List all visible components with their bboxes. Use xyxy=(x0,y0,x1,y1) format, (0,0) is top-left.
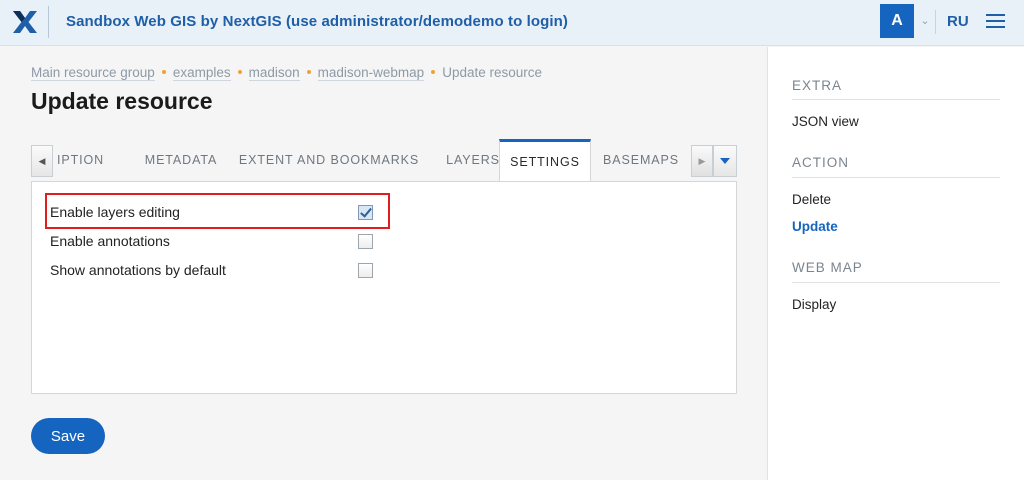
tab-scroll-right-button[interactable]: ▶ xyxy=(691,145,713,177)
sidebar-heading-extra: EXTRA xyxy=(792,78,843,93)
tab-list-dropdown-button[interactable] xyxy=(713,145,737,177)
header-divider xyxy=(935,10,936,34)
chevron-down-icon[interactable]: ⌄ xyxy=(918,13,932,27)
breadcrumb-item[interactable]: examples xyxy=(172,65,231,81)
breadcrumb-current: Update resource xyxy=(442,65,543,80)
tab-settings[interactable]: SETTINGS xyxy=(499,139,591,181)
top-header: Sandbox Web GIS by NextGIS (use administ… xyxy=(0,0,1024,46)
breadcrumb-separator xyxy=(161,69,166,74)
tab-strip: IPTION METADATA EXTENT AND BOOKMARKS LAY… xyxy=(53,139,691,181)
highlight-box xyxy=(45,193,390,229)
language-switch[interactable]: RU xyxy=(947,13,969,30)
breadcrumb-item[interactable]: madison-webmap xyxy=(317,65,425,81)
user-avatar-button[interactable]: A xyxy=(880,4,914,38)
sidebar-heading-web-map: WEB MAP xyxy=(792,260,863,275)
triangle-right-icon: ▶ xyxy=(698,155,706,166)
tab-scroll-left-button[interactable]: ◀ xyxy=(31,145,53,177)
breadcrumb-separator xyxy=(306,69,311,74)
save-button[interactable]: Save xyxy=(31,418,105,454)
triangle-left-icon: ◀ xyxy=(38,155,46,166)
sidebar-item-json-view[interactable]: JSON view xyxy=(792,114,859,129)
breadcrumb-separator xyxy=(237,69,242,74)
hamburger-menu-icon[interactable] xyxy=(986,14,1005,28)
breadcrumb: Main resource group examples madison madiso… xyxy=(31,65,543,81)
sidebar-item-delete[interactable]: Delete xyxy=(792,192,831,207)
tab-basemaps[interactable]: BASEMAPS xyxy=(591,139,691,181)
caret-down-icon xyxy=(720,158,730,164)
app-title[interactable]: Sandbox Web GIS by NextGIS (use administ… xyxy=(66,13,568,30)
nextgis-logo-icon[interactable] xyxy=(12,9,38,35)
sidebar-divider xyxy=(792,99,1000,100)
tab-bar: ◀ IPTION METADATA EXTENT AND BOOKMARKS L… xyxy=(31,139,737,181)
checkbox-enable-annotations[interactable] xyxy=(358,234,373,249)
header-divider xyxy=(48,6,49,38)
breadcrumb-separator xyxy=(431,69,436,74)
tab-description[interactable]: IPTION xyxy=(53,139,131,181)
checkbox-show-annotations-by-default[interactable] xyxy=(358,263,373,278)
field-label-show-annotations-by-default: Show annotations by default xyxy=(50,262,226,278)
sidebar-heading-action: ACTION xyxy=(792,155,850,170)
tab-metadata[interactable]: METADATA xyxy=(131,139,231,181)
breadcrumb-item[interactable]: madison xyxy=(248,65,300,81)
field-label-enable-annotations: Enable annotations xyxy=(50,233,170,249)
tab-extent-and-bookmarks[interactable]: EXTENT AND BOOKMARKS xyxy=(231,139,427,181)
sidebar-item-display[interactable]: Display xyxy=(792,297,836,312)
sidebar-item-update[interactable]: Update xyxy=(792,219,838,234)
right-sidebar: EXTRA JSON view ACTION Delete Update WEB… xyxy=(767,47,1024,480)
sidebar-divider xyxy=(792,282,1000,283)
sidebar-divider xyxy=(792,177,1000,178)
page-title: Update resource xyxy=(31,88,213,114)
breadcrumb-item[interactable]: Main resource group xyxy=(31,65,155,81)
